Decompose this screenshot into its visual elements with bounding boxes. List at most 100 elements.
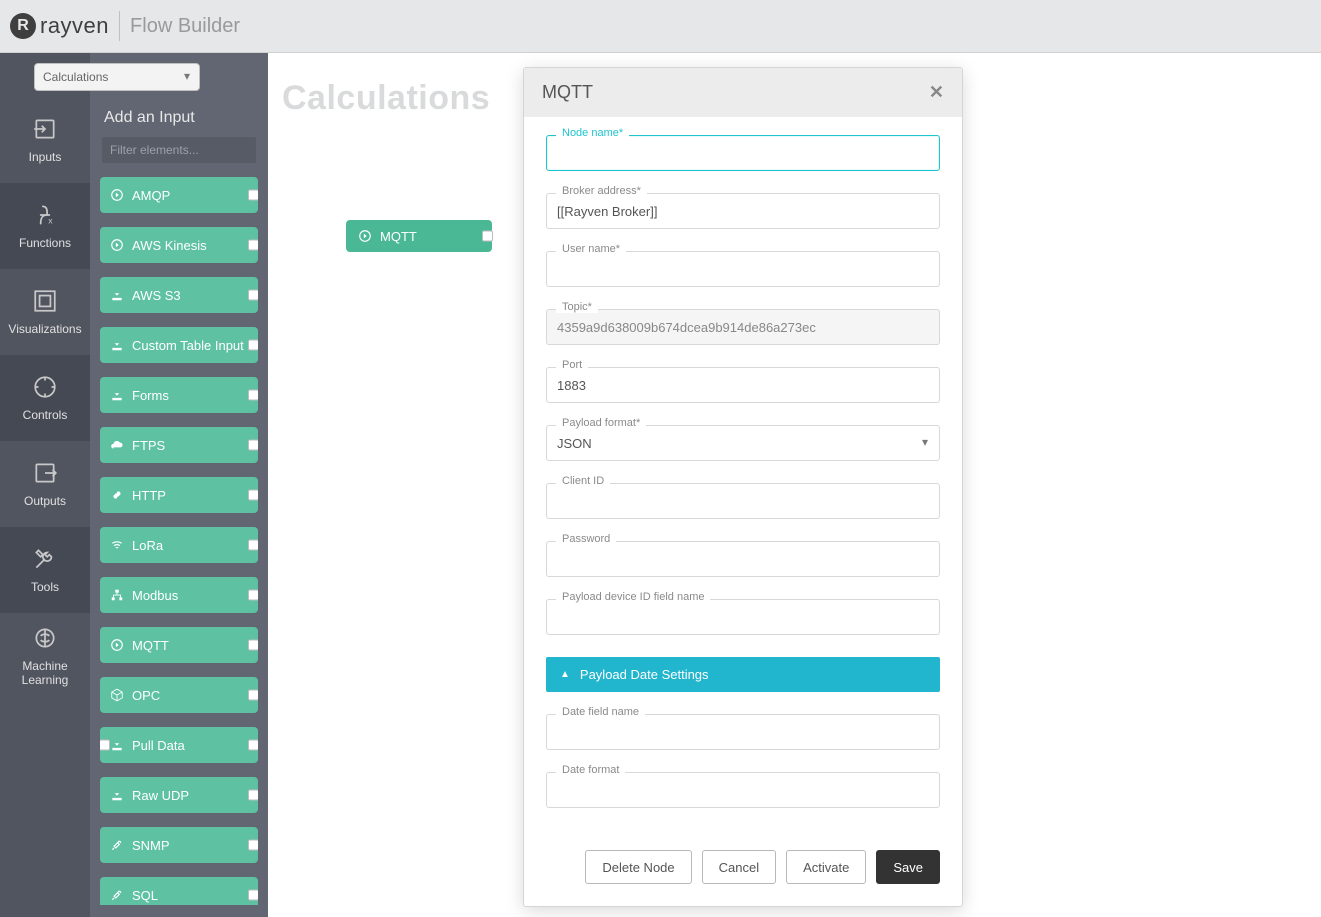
palette-item-modbus[interactable]: Modbus xyxy=(100,577,258,613)
field-date-field-name: Date field name xyxy=(546,714,940,750)
palette-item-label: FTPS xyxy=(132,438,165,453)
node-output-port[interactable] xyxy=(248,190,258,201)
port-input[interactable] xyxy=(546,367,940,403)
node-output-port[interactable] xyxy=(248,640,258,651)
field-label: Node name* xyxy=(556,127,629,139)
field-broker-address: Broker address* xyxy=(546,193,940,229)
brain-icon xyxy=(32,625,58,651)
palette-item-label: AWS S3 xyxy=(132,288,181,303)
field-label: User name* xyxy=(556,243,626,255)
node-output-port[interactable] xyxy=(248,290,258,301)
brand-logo-icon: R xyxy=(10,13,36,39)
modal-footer: Delete Node Cancel Activate Save xyxy=(524,834,962,906)
palette-item-label: Raw UDP xyxy=(132,788,189,803)
payload-date-settings-accordion[interactable]: ▲ Payload Date Settings xyxy=(546,657,940,692)
flow-select[interactable]: Calculations xyxy=(34,63,200,91)
field-client-id: Client ID xyxy=(546,483,940,519)
modal-title: MQTT xyxy=(542,82,593,103)
filter-input[interactable] xyxy=(102,137,256,163)
palette-item-amqp[interactable]: AMQP xyxy=(100,177,258,213)
nav-label: Machine Learning xyxy=(4,659,86,687)
node-config-modal: MQTT ✕ Node name* Broker address* User n… xyxy=(523,67,963,907)
canvas-node-mqtt[interactable]: MQTT xyxy=(346,220,492,252)
nav-functions[interactable]: x Functions xyxy=(0,183,90,269)
plug-icon xyxy=(110,838,124,852)
flow-select-wrap: Calculations xyxy=(34,63,200,91)
palette-item-label: SNMP xyxy=(132,838,170,853)
broker-address-input[interactable] xyxy=(546,193,940,229)
node-output-port[interactable] xyxy=(248,790,258,801)
close-icon[interactable]: ✕ xyxy=(929,82,944,103)
client-id-input[interactable] xyxy=(546,483,940,519)
delete-node-button[interactable]: Delete Node xyxy=(585,850,691,884)
payload-device-id-input[interactable] xyxy=(546,599,940,635)
top-header: R rayven Flow Builder xyxy=(0,0,1321,53)
nav-ml[interactable]: Machine Learning xyxy=(0,613,90,699)
palette-item-opc[interactable]: OPC xyxy=(100,677,258,713)
nav-tools[interactable]: Tools xyxy=(0,527,90,613)
palette-list: AMQP AWS Kinesis AWS S3 Custom Table Input F… xyxy=(90,177,268,905)
download-icon xyxy=(110,338,124,352)
cloud-icon xyxy=(110,438,124,452)
nav-visualizations[interactable]: Visualizations xyxy=(0,269,90,355)
node-output-port[interactable] xyxy=(248,440,258,451)
password-input[interactable] xyxy=(546,541,940,577)
function-icon: x xyxy=(32,202,58,228)
canvas-title: Calculations xyxy=(282,79,490,118)
nav-controls[interactable]: Controls xyxy=(0,355,90,441)
element-palette-sidebar: Add an Input AMQPAWS KinesisAWS S3Custom… xyxy=(90,53,268,917)
flow-canvas[interactable]: Calculations MQTT MQTT ✕ Node name* Brok… xyxy=(268,53,1321,917)
palette-item-pull-data[interactable]: Pull Data xyxy=(100,727,258,763)
topic-input[interactable] xyxy=(546,309,940,345)
nav-label: Visualizations xyxy=(8,322,81,336)
palette-item-ftps[interactable]: FTPS xyxy=(100,427,258,463)
date-field-name-input[interactable] xyxy=(546,714,940,750)
palette-item-lora[interactable]: LoRa xyxy=(100,527,258,563)
palette-item-aws-s3[interactable]: AWS S3 xyxy=(100,277,258,313)
palette-item-sql[interactable]: SQL xyxy=(100,877,258,905)
save-button[interactable]: Save xyxy=(876,850,940,884)
cancel-button[interactable]: Cancel xyxy=(702,850,776,884)
palette-item-raw-udp[interactable]: Raw UDP xyxy=(100,777,258,813)
download-icon xyxy=(110,388,124,402)
date-format-input[interactable] xyxy=(546,772,940,808)
node-output-port[interactable] xyxy=(248,240,258,251)
node-name-input[interactable] xyxy=(546,135,940,171)
palette-item-label: MQTT xyxy=(132,638,169,653)
activate-button[interactable]: Activate xyxy=(786,850,866,884)
canvas-node-label: MQTT xyxy=(380,229,417,244)
field-label: Payload format* xyxy=(556,417,646,429)
download-icon xyxy=(110,738,124,752)
field-label: Date field name xyxy=(556,706,645,718)
palette-item-custom-table-input[interactable]: Custom Table Input xyxy=(100,327,258,363)
palette-item-snmp[interactable]: SNMP xyxy=(100,827,258,863)
node-output-port[interactable] xyxy=(248,490,258,501)
palette-item-label: Forms xyxy=(132,388,169,403)
node-output-port[interactable] xyxy=(248,890,258,901)
node-output-port[interactable] xyxy=(248,690,258,701)
arrow-circle-icon xyxy=(110,188,124,202)
svg-text:x: x xyxy=(48,216,53,226)
arrow-circle-icon xyxy=(358,229,372,243)
node-output-port[interactable] xyxy=(248,540,258,551)
palette-item-forms[interactable]: Forms xyxy=(100,377,258,413)
node-output-port[interactable] xyxy=(248,740,258,751)
nav-inputs[interactable]: Inputs xyxy=(0,97,90,183)
brand-logo: R rayven xyxy=(10,13,109,39)
node-output-port[interactable] xyxy=(248,340,258,351)
node-output-port[interactable] xyxy=(248,590,258,601)
user-name-input[interactable] xyxy=(546,251,940,287)
nav-outputs[interactable]: Outputs xyxy=(0,441,90,527)
node-output-port[interactable] xyxy=(248,840,258,851)
node-output-port[interactable] xyxy=(482,231,493,242)
nav-label: Outputs xyxy=(24,494,66,508)
palette-item-mqtt[interactable]: MQTT xyxy=(100,627,258,663)
node-input-port[interactable] xyxy=(100,740,110,751)
node-output-port[interactable] xyxy=(248,390,258,401)
field-date-format: Date format xyxy=(546,772,940,808)
field-label: Payload device ID field name xyxy=(556,591,710,603)
palette-item-aws-kinesis[interactable]: AWS Kinesis xyxy=(100,227,258,263)
palette-item-http[interactable]: HTTP xyxy=(100,477,258,513)
field-password: Password xyxy=(546,541,940,577)
payload-format-select[interactable]: JSON xyxy=(546,425,940,461)
